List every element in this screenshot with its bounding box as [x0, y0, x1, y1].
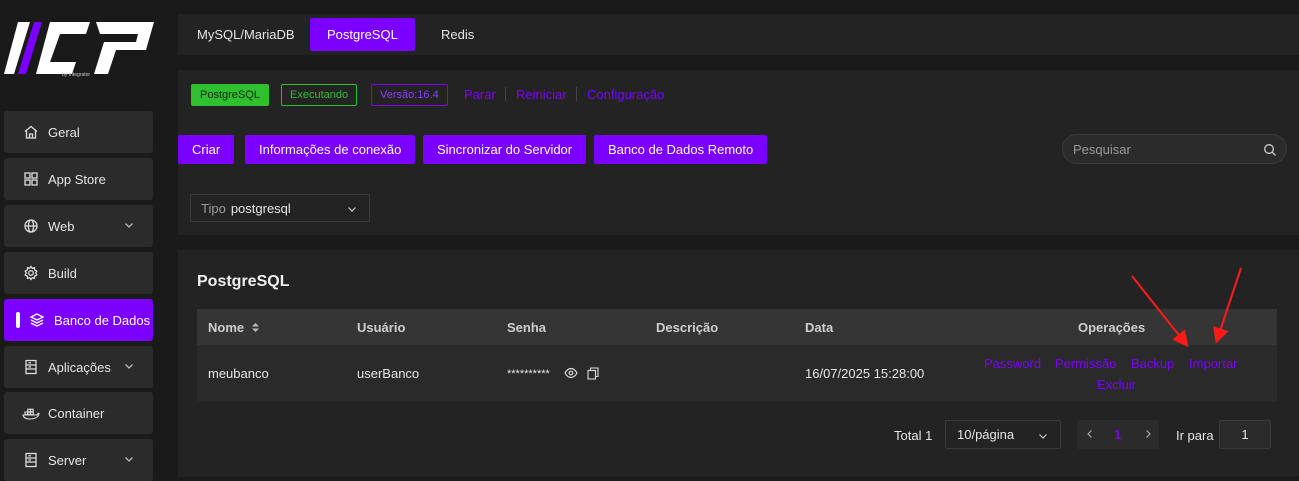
- goto-page-label: Ir para: [1176, 428, 1214, 443]
- chevron-down-icon: [1039, 434, 1047, 439]
- table-row: meubanco userBanco ********** 16/07/2025…: [197, 345, 1277, 401]
- version-badge: Versão:16.4: [371, 84, 448, 106]
- eye-icon[interactable]: [564, 367, 578, 379]
- active-indicator: [16, 312, 20, 328]
- backup-action-link[interactable]: Backup: [1131, 356, 1174, 371]
- connection-info-button[interactable]: Informações de conexão: [245, 135, 416, 164]
- sort-icon[interactable]: [251, 322, 260, 333]
- page-size-value: 10/página: [957, 427, 1015, 442]
- sidebar: by Integrator Geral App Store Web Build …: [0, 0, 160, 481]
- cell-password: **********: [507, 368, 550, 380]
- sidebar-item-label: Server: [48, 452, 87, 468]
- sidebar-item-build[interactable]: Build: [4, 252, 153, 294]
- table-title: PostgreSQL: [197, 273, 290, 290]
- cell-name: meubanco: [208, 366, 269, 381]
- sidebar-item-banco-de-dados[interactable]: Banco de Dados: [4, 299, 153, 341]
- delete-action-link[interactable]: Excluir: [1097, 377, 1136, 392]
- chevron-down-icon: [125, 364, 133, 369]
- type-select-label: Tipo: [201, 200, 226, 216]
- cell-date: 16/07/2025 15:28:00: [805, 366, 925, 381]
- running-status-badge: Executando: [281, 84, 358, 106]
- goto-page-input[interactable]: [1219, 420, 1271, 449]
- copy-icon[interactable]: [587, 367, 599, 380]
- sync-from-server-button[interactable]: Sincronizar do Servidor: [423, 135, 587, 164]
- remote-database-button[interactable]: Banco de Dados Remoto: [594, 135, 768, 164]
- 1panel-logo[interactable]: by Integrator: [4, 18, 156, 84]
- page-number-1[interactable]: 1: [1114, 427, 1121, 442]
- page-size-select[interactable]: 10/página: [945, 420, 1061, 449]
- pagination-total: Total 1: [894, 428, 933, 443]
- database-icon: [28, 311, 46, 329]
- tab-redis[interactable]: Redis: [424, 18, 491, 51]
- password-action-link[interactable]: Password: [984, 356, 1041, 371]
- tab-mysql-mariadb[interactable]: MySQL/MariaDB: [180, 18, 312, 51]
- separator: [505, 87, 506, 101]
- tab-postgresql[interactable]: PostgreSQL: [310, 18, 415, 51]
- search-box: [1062, 134, 1287, 164]
- cell-user: userBanco: [357, 366, 420, 381]
- gear-icon: [22, 264, 40, 282]
- column-header-operacoes: Operações: [1078, 320, 1146, 335]
- sidebar-item-geral[interactable]: Geral: [4, 111, 153, 153]
- type-select[interactable]: Tipo postgresql: [190, 194, 370, 222]
- column-header-nome[interactable]: Nome: [208, 320, 260, 335]
- chevron-down-icon: [125, 223, 133, 228]
- configuration-link[interactable]: Configuração: [587, 87, 664, 102]
- stop-link[interactable]: Parar: [464, 87, 496, 102]
- type-select-value: postgresql: [230, 200, 291, 216]
- column-header-data: Data: [805, 320, 834, 335]
- search-input[interactable]: [1073, 141, 1253, 157]
- column-header-descricao: Descrição: [656, 320, 719, 335]
- sidebar-item-label: Web: [48, 218, 75, 234]
- permission-action-link[interactable]: Permissão: [1055, 356, 1116, 371]
- restart-link[interactable]: Reiniciar: [516, 87, 567, 102]
- chevron-down-icon: [125, 457, 133, 462]
- search-icon[interactable]: [1263, 143, 1277, 157]
- column-label: Nome: [208, 320, 245, 335]
- docker-icon: [22, 404, 40, 422]
- globe-icon: [22, 217, 40, 235]
- home-icon: [22, 123, 40, 141]
- sidebar-item-label: Container: [48, 405, 105, 421]
- server-icon: [22, 358, 40, 376]
- sidebar-item-container[interactable]: Container: [4, 392, 153, 434]
- table-header: Nome Usuário Senha Descrição Data Operaç…: [197, 309, 1277, 345]
- sidebar-item-label: Aplicações: [48, 359, 111, 375]
- sidebar-item-app-store[interactable]: App Store: [4, 158, 153, 200]
- import-action-link[interactable]: Importar: [1189, 356, 1237, 371]
- grid-icon: [22, 170, 40, 188]
- column-header-senha: Senha: [507, 320, 547, 335]
- chevron-down-icon: [348, 207, 356, 212]
- create-button[interactable]: Criar: [178, 135, 235, 164]
- sidebar-item-web[interactable]: Web: [4, 205, 153, 247]
- separator: [576, 87, 577, 101]
- app-name-badge: PostgreSQL: [191, 84, 269, 106]
- brand-tagline: by Integrator: [62, 72, 91, 78]
- sidebar-item-label: App Store: [48, 171, 106, 187]
- chevron-left-icon[interactable]: [1085, 429, 1095, 439]
- sidebar-item-label: Banco de Dados: [54, 312, 151, 328]
- sidebar-item-label: Geral: [48, 124, 80, 140]
- sidebar-item-aplicacoes[interactable]: Aplicações: [4, 346, 153, 388]
- chevron-right-icon[interactable]: [1143, 429, 1153, 439]
- main-content: MySQL/MariaDB PostgreSQL Redis PostgreSQ…: [160, 0, 1299, 477]
- pagination-nav: 1: [1077, 420, 1159, 449]
- sidebar-item-label: Build: [48, 265, 77, 281]
- server-icon: [22, 451, 40, 469]
- sidebar-item-server[interactable]: Server: [4, 439, 153, 481]
- column-header-usuario: Usuário: [357, 320, 406, 335]
